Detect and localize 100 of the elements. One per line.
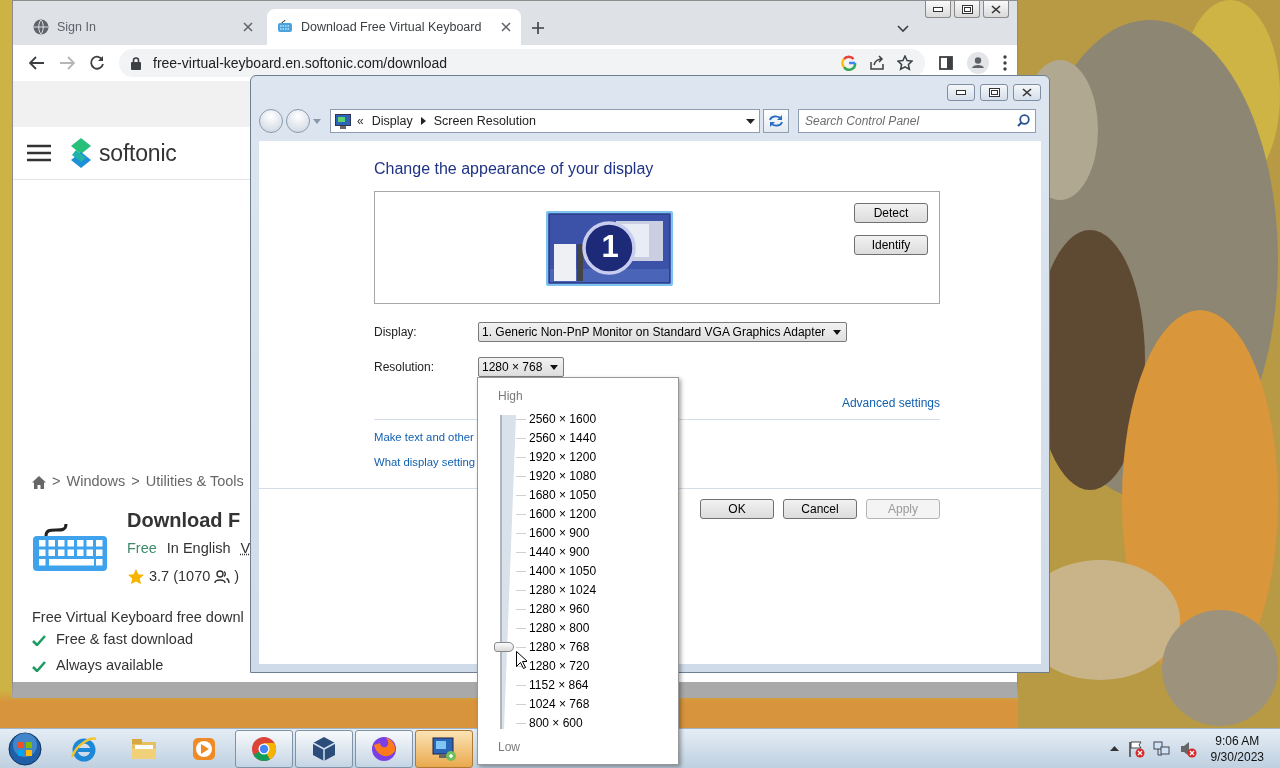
caret-icon xyxy=(833,329,842,335)
resolution-dropdown[interactable]: 1280 × 768 xyxy=(478,357,565,377)
address-bar[interactable]: free-virtual-keyboard.en.softonic.com/download xyxy=(119,49,925,77)
field-label: Display: xyxy=(374,324,418,341)
maximize-button[interactable] xyxy=(980,84,1008,101)
start-orb-icon xyxy=(8,731,42,766)
dialog-button[interactable]: Cancel xyxy=(783,499,857,519)
volume-button[interactable] xyxy=(1178,739,1197,758)
search-icon xyxy=(1017,114,1030,127)
close-icon[interactable] xyxy=(243,22,253,32)
taskbar-app-button[interactable] xyxy=(355,729,413,768)
help-link[interactable]: Make text and other xyxy=(374,428,474,446)
forward-arrow-icon xyxy=(59,56,75,70)
feature-text: Free & fast download xyxy=(56,630,194,650)
resolution-option[interactable]: 1440 × 900 xyxy=(478,543,678,562)
action-button[interactable]: Identify xyxy=(854,235,928,255)
breadcrumb-link[interactable]: Utilities & Tools xyxy=(145,471,244,493)
breadcrumb-link[interactable]: Windows xyxy=(66,471,126,493)
resolution-option[interactable]: 1280 × 800 xyxy=(478,619,678,638)
taskbar-app-button[interactable] xyxy=(295,729,353,768)
dialog-button[interactable]: OK xyxy=(700,499,774,519)
browser-icon xyxy=(70,734,98,763)
action-center-button[interactable] xyxy=(1126,739,1145,758)
caret-icon xyxy=(746,118,755,124)
side-panel-icon xyxy=(939,56,953,70)
resolution-option[interactable]: 1152 × 864 xyxy=(478,676,678,695)
taskbar-app-button[interactable] xyxy=(235,729,293,768)
resolution-option[interactable]: 2560 × 1600 xyxy=(478,410,678,429)
address-bar[interactable]: « Display Screen Resolution xyxy=(330,109,760,133)
slider-low-label: Low xyxy=(497,739,521,755)
taskbar-app-button[interactable] xyxy=(415,729,473,768)
resolution-option[interactable]: 1680 × 1050 xyxy=(478,486,678,505)
caret-icon xyxy=(313,118,321,124)
maximize-icon xyxy=(961,4,973,14)
resolution-option[interactable]: 1920 × 1080 xyxy=(478,467,678,486)
rating-value: 3.7 xyxy=(149,567,170,587)
product-title: Download F xyxy=(127,508,242,533)
resolution-option[interactable]: 1280 × 1024 xyxy=(478,581,678,600)
minimize-button[interactable] xyxy=(947,84,975,101)
resolution-option[interactable]: 1600 × 1200 xyxy=(478,505,678,524)
close-button[interactable] xyxy=(983,1,1009,18)
resolution-option[interactable]: 1280 × 720 xyxy=(478,657,678,676)
home-link[interactable] xyxy=(32,475,46,489)
globe-icon xyxy=(33,19,49,35)
avatar-icon xyxy=(967,52,989,74)
refresh-button[interactable] xyxy=(763,109,789,133)
search-field[interactable]: Search Control Panel xyxy=(798,109,1036,133)
close-icon[interactable] xyxy=(501,22,511,32)
network-icon xyxy=(1152,739,1171,758)
resolution-option[interactable]: 1600 × 900 xyxy=(478,524,678,543)
address-dropdown-button[interactable] xyxy=(746,118,755,124)
feature-text: Always available xyxy=(56,656,164,676)
refresh-icon xyxy=(768,114,784,128)
breadcrumb-link[interactable]: Display xyxy=(369,111,415,131)
new-tab-button[interactable] xyxy=(531,21,545,35)
action-button[interactable]: Detect xyxy=(854,203,928,223)
logo-text: softonic xyxy=(99,138,177,168)
minimize-button[interactable] xyxy=(925,1,951,18)
star-icon xyxy=(127,568,145,586)
bookmark-star-button[interactable] xyxy=(897,55,913,71)
network-button[interactable] xyxy=(1152,739,1171,758)
resolution-option[interactable]: 1024 × 768 xyxy=(478,695,678,714)
back-button[interactable] xyxy=(29,56,45,70)
resolution-option[interactable]: 1400 × 1050 xyxy=(478,562,678,581)
product-tag: Free xyxy=(127,538,157,560)
resolution-option[interactable]: 800 × 600 xyxy=(478,714,678,733)
share-button[interactable] xyxy=(869,55,885,71)
help-link[interactable]: What display setting xyxy=(374,453,476,471)
show-hidden-icons-button[interactable] xyxy=(1109,746,1119,751)
close-button[interactable] xyxy=(1013,84,1041,101)
menu-button[interactable] xyxy=(1003,55,1007,71)
menu-button[interactable] xyxy=(27,144,51,162)
reload-button[interactable] xyxy=(89,55,105,71)
forward-button[interactable] xyxy=(286,109,310,133)
flag-error-icon xyxy=(1126,739,1145,758)
url-text: free-virtual-keyboard.en.softonic.com/download xyxy=(153,53,449,73)
profile-button[interactable] xyxy=(967,52,989,74)
side-panel-button[interactable] xyxy=(939,56,953,70)
breadcrumb-link[interactable]: Screen Resolution xyxy=(431,111,538,131)
check-icon xyxy=(32,634,46,646)
page-heading: Change the appearance of your display xyxy=(374,159,655,179)
browser-tab[interactable]: Download Free Virtual Keyboard xyxy=(267,9,521,45)
resolution-option[interactable]: 1280 × 960 xyxy=(478,600,678,619)
resolution-option[interactable]: 1280 × 768 xyxy=(478,638,678,657)
browser-tab[interactable]: Sign In xyxy=(23,9,263,45)
breadcrumb-separator: > xyxy=(131,472,140,492)
resolution-option[interactable]: 1920 × 1200 xyxy=(478,448,678,467)
resolution-option[interactable]: 2560 × 1440 xyxy=(478,429,678,448)
clock[interactable]: 9:06 AM 9/30/2023 xyxy=(1204,732,1270,765)
display-dropdown[interactable]: 1. Generic Non-PnP Monitor on Standard VGA Graphics Adapter xyxy=(478,322,848,342)
star-icon xyxy=(897,55,913,71)
slider-high-label: High xyxy=(497,388,524,404)
maximize-button[interactable] xyxy=(954,1,980,18)
slider-thumb[interactable] xyxy=(494,642,514,652)
overflow-mark: « xyxy=(357,113,364,130)
mouse-cursor-icon xyxy=(516,651,527,669)
clock-time: 9:06 AM xyxy=(1214,732,1261,749)
speaker-muted-icon xyxy=(1178,739,1197,758)
tab-search-button[interactable] xyxy=(897,25,909,33)
advanced-settings-link[interactable]: Advanced settings xyxy=(841,394,940,412)
